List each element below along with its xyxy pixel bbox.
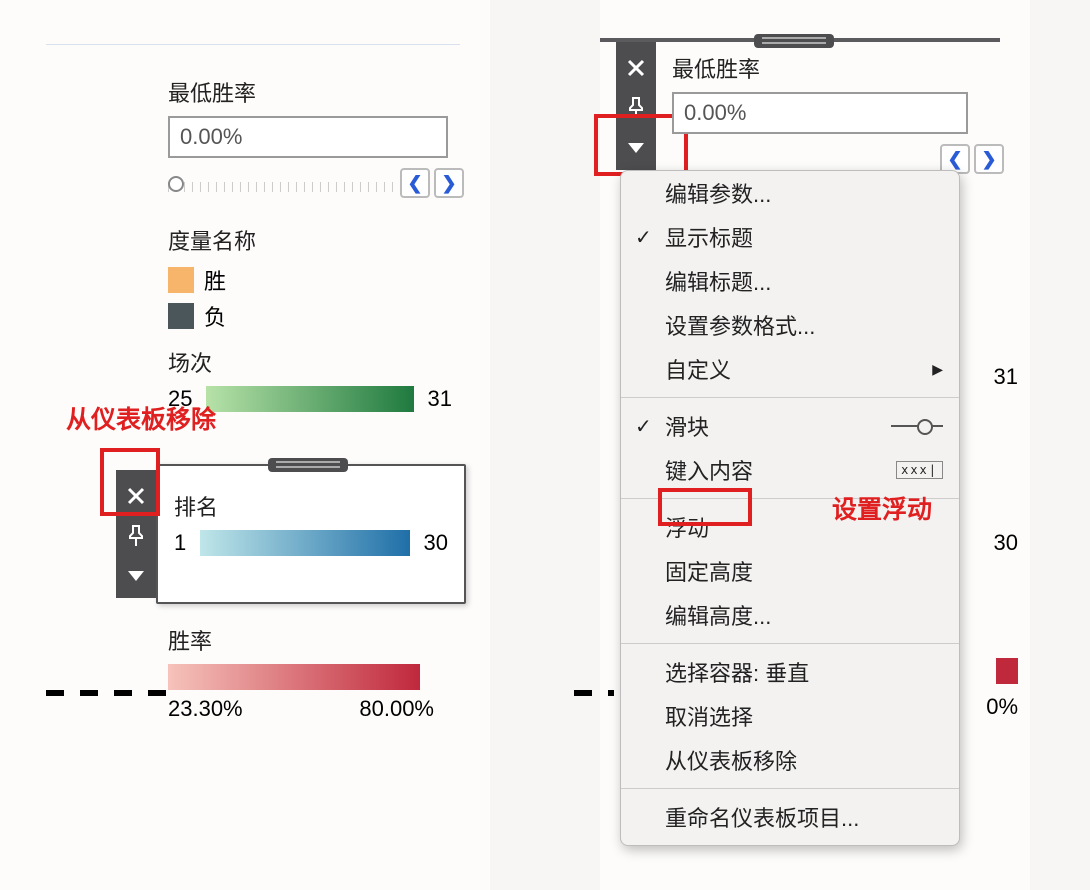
param-section: 最低胜率 0.00% ❮ ❯ (168, 76, 464, 198)
step-next-button[interactable]: ❯ (434, 168, 464, 198)
dash-line-right (574, 690, 614, 696)
annotation-float-label: 设置浮动 (832, 490, 932, 526)
legend-item-lose[interactable]: 负 (168, 300, 256, 332)
menu-separator (621, 788, 959, 789)
shenglv-swatch-peek (996, 658, 1018, 684)
swatch-win-icon (168, 267, 194, 293)
changci-max-peek: 31 (994, 364, 1018, 390)
measure-legend: 度量名称 胜 负 (168, 224, 256, 332)
shenglv-min: 23.30% (168, 696, 243, 722)
menu-customize[interactable]: 自定义▶ (621, 347, 959, 391)
menu-fixed-height[interactable]: 固定高度 (621, 549, 959, 593)
annotation-box-close (100, 448, 160, 516)
param-title: 最低胜率 (672, 52, 968, 84)
menu-slider[interactable]: ✓滑块 (621, 404, 959, 448)
paiming-max: 30 (424, 530, 448, 556)
measure-title: 度量名称 (168, 224, 256, 256)
menu-edit-params[interactable]: 编辑参数... (621, 171, 959, 215)
annotation-box-floating (658, 488, 752, 526)
paiming-min: 1 (174, 530, 186, 556)
param-title: 最低胜率 (168, 76, 464, 108)
type-glyph-icon: xxx| (896, 461, 943, 479)
param-value: 0.00% (180, 124, 242, 149)
shenglv-max: 80.00% (359, 696, 434, 722)
legend-label: 负 (204, 300, 226, 332)
changci-max: 31 (428, 386, 452, 412)
shenglv-legend: 胜率 23.30% 80.00% (168, 624, 452, 722)
menu-type-in[interactable]: 键入内容xxx| (621, 448, 959, 492)
close-icon[interactable] (616, 48, 656, 88)
menu-deselect[interactable]: 取消选择 (621, 694, 959, 738)
grip-handle[interactable] (268, 458, 348, 472)
step-prev-button[interactable]: ❮ (400, 168, 430, 198)
param-section-right: 最低胜率 0.00% (672, 52, 968, 134)
check-icon: ✓ (635, 225, 652, 250)
grip-handle-top[interactable] (754, 34, 834, 48)
changci-title: 场次 (168, 346, 452, 378)
check-icon: ✓ (635, 414, 652, 439)
slider-glyph-icon (891, 419, 943, 433)
menu-select-container[interactable]: 选择容器: 垂直 (621, 650, 959, 694)
gradient-paiming (200, 530, 409, 556)
menu-param-format[interactable]: 设置参数格式... (621, 303, 959, 347)
step-next-button[interactable]: ❯ (974, 144, 1004, 174)
menu-rename[interactable]: 重命名仪表板项目... (621, 795, 959, 845)
menu-edit-height[interactable]: 编辑高度... (621, 593, 959, 637)
legend-label: 胜 (204, 264, 226, 296)
left-panel: 最低胜率 0.00% ❮ ❯ 度量名称 胜 负 场次 25 31 (0, 0, 490, 890)
dash-line (46, 690, 166, 696)
menu-show-title[interactable]: ✓显示标题 (621, 215, 959, 259)
right-panel: 最低胜率 0.00% ❮ ❯ 31 30 0% 编辑参数... ✓显示标题 编辑… (600, 0, 1030, 890)
legend-item-win[interactable]: 胜 (168, 264, 256, 296)
menu-edit-title[interactable]: 编辑标题... (621, 259, 959, 303)
slider-handle-icon[interactable] (168, 176, 184, 192)
chevron-down-icon[interactable] (116, 556, 156, 596)
shenglv-title: 胜率 (168, 624, 452, 656)
paiming-card[interactable]: 排名 1 30 (156, 464, 466, 604)
pin-icon[interactable] (116, 516, 156, 556)
paiming-max-peek: 30 (994, 530, 1018, 556)
param-input[interactable]: 0.00% (672, 92, 968, 134)
shenglv-max-peek: 0% (986, 694, 1018, 720)
slider-stepper: ❮ ❯ (400, 168, 464, 198)
param-value: 0.00% (684, 100, 746, 125)
menu-separator (621, 397, 959, 398)
gradient-shenglv (168, 664, 420, 690)
menu-separator (621, 643, 959, 644)
gradient-changci (206, 386, 413, 412)
param-slider[interactable] (168, 174, 394, 192)
menu-remove[interactable]: 从仪表板移除 (621, 738, 959, 782)
param-input[interactable]: 0.00% (168, 116, 448, 158)
divider (46, 44, 460, 45)
annotation-remove: 从仪表板移除 (66, 400, 216, 436)
chevron-right-icon: ▶ (932, 361, 943, 378)
swatch-lose-icon (168, 303, 194, 329)
paiming-title: 排名 (174, 490, 448, 522)
